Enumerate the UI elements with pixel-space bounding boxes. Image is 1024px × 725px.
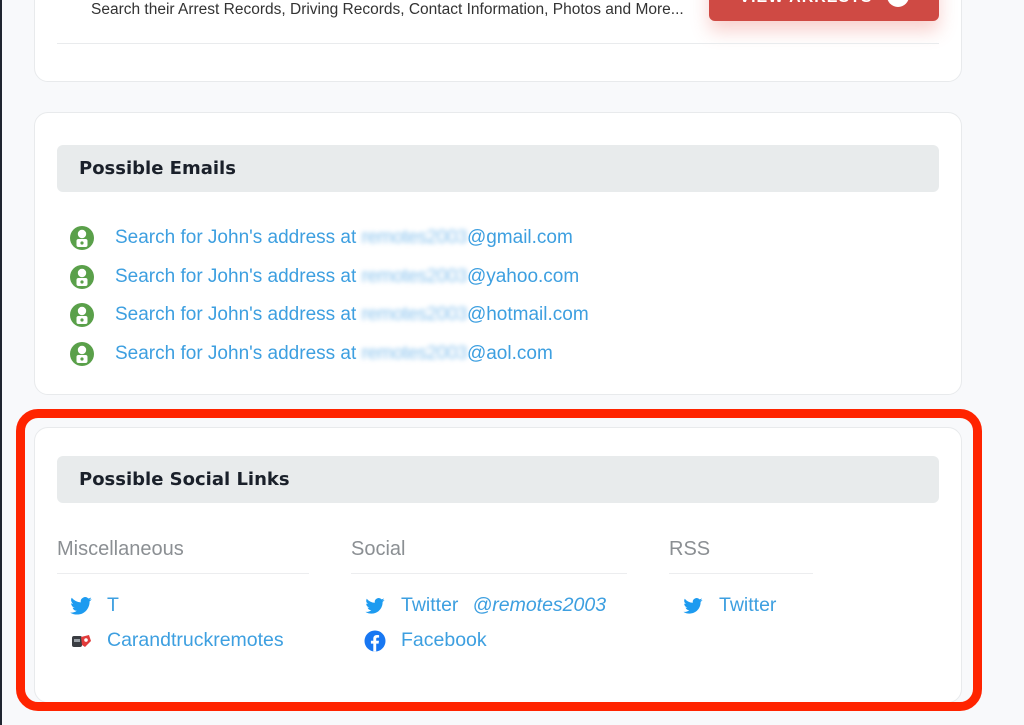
social-column: Social Twitter @remotes2003 Facebook xyxy=(351,536,627,658)
link-label: Facebook xyxy=(401,629,487,651)
email-prefix: Search for John's address at xyxy=(115,342,362,364)
email-domain: @yahoo.com xyxy=(466,265,580,287)
twitter-icon xyxy=(69,595,93,617)
link-label: T xyxy=(107,594,119,616)
section-title: Possible Social Links xyxy=(57,456,939,503)
user-shield-icon xyxy=(70,341,94,366)
arrest-records-card: Search their Arrest Records, Driving Rec… xyxy=(34,0,962,82)
misc-twitter-link[interactable]: T xyxy=(69,588,309,623)
user-shield-icon xyxy=(70,226,94,251)
twitter-icon xyxy=(363,595,387,617)
email-domain: @hotmail.com xyxy=(466,304,589,326)
twitter-handle: @remotes2003 xyxy=(472,594,607,616)
twitter-icon xyxy=(681,595,705,617)
email-domain: @gmail.com xyxy=(466,227,573,249)
link-label: Twitter xyxy=(719,594,777,616)
arrest-records-description: Search their Arrest Records, Driving Rec… xyxy=(91,1,684,18)
rss-twitter-link[interactable]: Twitter xyxy=(681,588,813,623)
facebook-link[interactable]: Facebook xyxy=(363,623,627,658)
site-favicon-icon xyxy=(69,630,93,652)
carandtruckremotes-link[interactable]: Carandtruckremotes xyxy=(69,623,309,658)
email-link[interactable]: Search for John's address at remotes2003… xyxy=(69,258,589,297)
column-title: Social xyxy=(351,536,627,574)
redacted-username: remotes2003 xyxy=(361,265,468,287)
user-shield-icon xyxy=(70,264,94,289)
email-link[interactable]: Search for John's address at remotes2003… xyxy=(69,296,589,335)
view-arrests-label: VIEW ARRESTS xyxy=(739,0,872,7)
view-arrests-button[interactable]: VIEW ARRESTS › xyxy=(709,0,939,21)
email-link[interactable]: Search for John's address at remotes2003… xyxy=(69,335,589,374)
column-title: Miscellaneous xyxy=(57,536,309,574)
link-label: Twitter xyxy=(401,594,459,616)
email-prefix: Search for John's address at xyxy=(115,304,362,326)
link-label: Carandtruckremotes xyxy=(107,629,284,651)
user-shield-icon xyxy=(70,303,94,328)
facebook-icon xyxy=(363,630,387,652)
column-title: RSS xyxy=(669,536,813,574)
email-prefix: Search for John's address at xyxy=(115,265,362,287)
chevron-right-icon: › xyxy=(886,0,909,7)
section-title: Possible Emails xyxy=(57,145,939,192)
email-domain: @aol.com xyxy=(466,342,553,364)
email-link[interactable]: Search for John's address at remotes2003… xyxy=(69,219,589,258)
email-list: Search for John's address at remotes2003… xyxy=(69,219,589,373)
miscellaneous-column: Miscellaneous T Carandtruckremotes xyxy=(57,536,309,658)
divider xyxy=(57,43,939,44)
rss-column: RSS Twitter xyxy=(669,536,813,623)
redacted-username: remotes2003 xyxy=(361,227,468,249)
twitter-link[interactable]: Twitter @remotes2003 xyxy=(363,588,627,623)
email-prefix: Search for John's address at xyxy=(115,227,362,249)
possible-emails-card: Possible Emails Search for John's addres… xyxy=(34,112,962,395)
redacted-username: remotes2003 xyxy=(361,342,468,364)
redacted-username: remotes2003 xyxy=(361,304,468,326)
possible-social-links-card: Possible Social Links Miscellaneous T Ca… xyxy=(34,427,962,703)
